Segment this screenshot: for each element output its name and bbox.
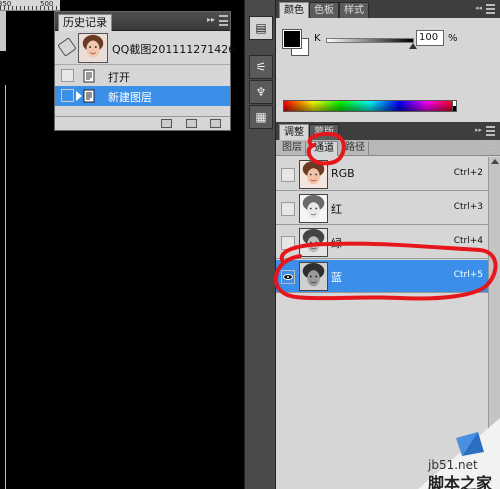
channel-name: 蓝: [331, 271, 342, 284]
color-tabbar: 颜色 色板 样式 ◂◂: [276, 0, 500, 18]
history-footer: [55, 116, 230, 130]
history-snapshot[interactable]: QQ截图201111271426...: [55, 31, 246, 65]
tab-styles[interactable]: 样式: [339, 2, 369, 18]
history-pointer-icon: [76, 91, 82, 101]
canvas-edge-line: [5, 85, 6, 489]
open-state-icon: [83, 69, 95, 83]
watermark: jb51.net 脚本之家: [418, 418, 500, 489]
k-channel-label: K: [314, 33, 321, 44]
history-panel-header[interactable]: 历史记录 ▸▸: [55, 12, 230, 31]
tab-swatches[interactable]: 色板: [309, 2, 339, 18]
channel-thumbnail: [299, 262, 328, 291]
channel-thumbnail: [299, 194, 328, 223]
ruler-ticks: [0, 6, 60, 10]
k-slider-track[interactable]: [326, 38, 414, 43]
color-spectrum-ramp[interactable]: [283, 100, 457, 112]
black-white-ramp[interactable]: [452, 100, 457, 112]
camera-icon[interactable]: [186, 119, 197, 128]
panel-menu-icon[interactable]: [486, 143, 495, 153]
history-state-new-layer[interactable]: 新建图层: [55, 86, 230, 106]
history-brush-icon[interactable]: [57, 37, 77, 57]
history-state-label: 新建图层: [108, 91, 152, 104]
history-source-checkbox[interactable]: [61, 69, 74, 82]
brush-presets-icon[interactable]: ⚟: [249, 55, 273, 79]
history-state-open[interactable]: 打开: [55, 66, 230, 86]
clone-source-icon[interactable]: ♆: [249, 80, 273, 104]
visibility-toggle[interactable]: [281, 236, 295, 250]
channel-row-rgb[interactable]: RGB Ctrl+2: [276, 158, 500, 191]
channel-name: 红: [331, 203, 342, 216]
channel-name: 绿: [331, 237, 342, 250]
k-unit-label: %: [448, 33, 458, 44]
color-panel: 颜色 色板 样式 ◂◂ K 100 %: [276, 0, 500, 122]
channel-thumbnail: [299, 228, 328, 257]
panel-menu-icon[interactable]: [486, 4, 495, 14]
channel-name: RGB: [331, 167, 355, 180]
new-document-icon[interactable]: [161, 119, 172, 128]
tab-masks[interactable]: 蒙版: [309, 124, 339, 140]
channel-row-red[interactable]: 红 Ctrl+3: [276, 192, 500, 225]
channel-row-blue[interactable]: 蓝 Ctrl+5: [276, 260, 500, 293]
left-ruler: [0, 11, 6, 51]
scroll-up-icon[interactable]: [491, 159, 499, 164]
channel-thumbnail: [299, 160, 328, 189]
history-panel-icon[interactable]: ▤: [249, 16, 273, 40]
new-layer-state-icon: [83, 89, 95, 103]
panel-dock: ▤ ⚟ ♆ ▦: [244, 0, 276, 489]
channel-shortcut: Ctrl+2: [453, 168, 483, 178]
collapse-icon[interactable]: ▸▸: [475, 126, 482, 134]
adjust-tabbar: 调整 蒙版 ▸▸: [276, 122, 500, 140]
foreground-color-swatch[interactable]: [282, 29, 302, 49]
panel-menu-icon[interactable]: [486, 126, 495, 136]
channel-row-green[interactable]: 绿 Ctrl+4: [276, 226, 500, 259]
k-value-field[interactable]: 100: [416, 30, 444, 46]
top-ruler: 350 500: [0, 0, 60, 11]
visibility-toggle[interactable]: [281, 202, 295, 216]
tab-adjustments[interactable]: 调整: [279, 124, 309, 140]
collapse-icon[interactable]: ◂◂: [475, 4, 482, 12]
tab-color[interactable]: 颜色: [279, 2, 309, 18]
channel-shortcut: Ctrl+4: [453, 236, 483, 246]
channel-shortcut: Ctrl+5: [453, 270, 483, 280]
visibility-toggle[interactable]: [281, 270, 295, 284]
snapshot-thumbnail: [78, 33, 108, 63]
history-source-checkbox[interactable]: [61, 89, 74, 102]
panel-menu-icon[interactable]: [219, 15, 228, 26]
channels-tabbar: 图层 通道 路径: [276, 140, 500, 156]
snapshot-label: QQ截图201111271426...: [112, 43, 246, 56]
tab-history[interactable]: 历史记录: [58, 14, 112, 31]
history-state-label: 打开: [108, 71, 130, 84]
character-icon[interactable]: ▦: [249, 105, 273, 129]
visibility-toggle[interactable]: [281, 168, 295, 182]
watermark-name: 脚本之家: [428, 474, 493, 489]
history-panel: 历史记录 ▸▸ QQ截图201111271426... 打开 新建图层: [54, 11, 246, 131]
channel-shortcut: Ctrl+3: [453, 202, 483, 212]
tab-channels[interactable]: 通道: [310, 141, 338, 156]
eye-icon: [283, 274, 293, 280]
tab-paths[interactable]: 路径: [342, 141, 369, 156]
tab-layers[interactable]: 图层: [279, 141, 306, 156]
collapse-icon[interactable]: ▸▸: [207, 15, 215, 24]
trash-icon[interactable]: [210, 119, 221, 128]
